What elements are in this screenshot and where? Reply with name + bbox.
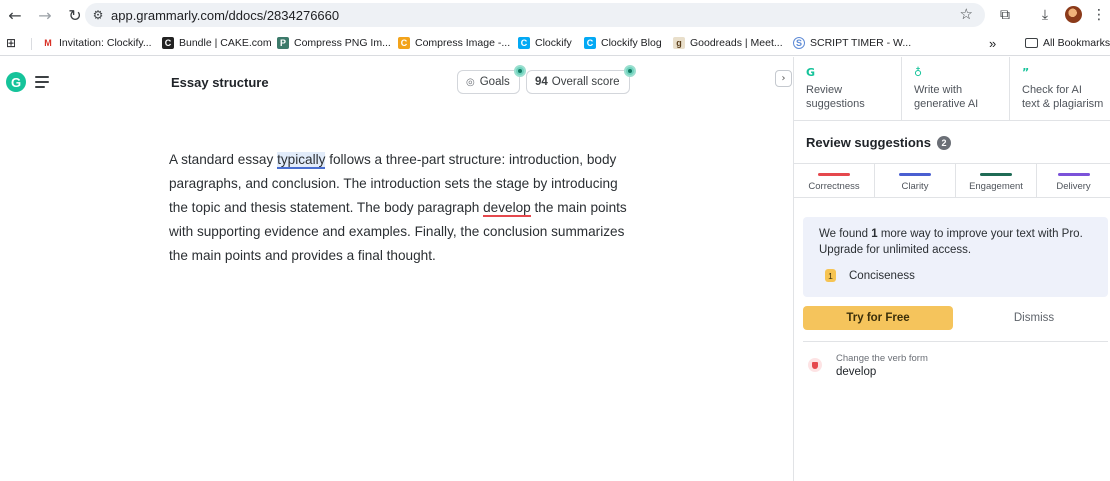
overall-score-button[interactable]: 94 Overall score xyxy=(526,65,636,94)
clockify-icon: C xyxy=(518,37,530,49)
bookmark-separator xyxy=(31,38,32,50)
notification-dot xyxy=(514,65,526,77)
category-clarity[interactable]: Clarity xyxy=(875,164,955,198)
score-value: 94 xyxy=(535,76,548,88)
bookmarks-bar: ⊞ M Invitation: Clockify... C Bundle | CAK… xyxy=(0,30,1110,56)
suggestion-word: develop xyxy=(836,366,877,378)
review-suggestions-title: Review suggestions 2 xyxy=(806,135,951,150)
script-timer-icon: S xyxy=(793,37,805,49)
error-word[interactable]: develop xyxy=(483,200,531,217)
gmail-icon: M xyxy=(42,37,54,49)
bookmark-item[interactable]: M Invitation: Clockify... xyxy=(42,34,152,52)
bookmark-item[interactable]: P Compress PNG Im... xyxy=(277,34,391,52)
try-for-free-button[interactable]: Try for Free xyxy=(803,306,953,330)
bookmark-star-icon[interactable]: ☆ xyxy=(960,5,973,23)
bookmark-item[interactable]: g Goodreads | Meet... xyxy=(673,34,783,52)
bookmark-item[interactable]: S SCRIPT TIMER - W... xyxy=(793,34,911,52)
bookmark-item[interactable]: C Clockify Blog xyxy=(584,34,662,52)
document-body[interactable]: A standard essay typically follows a thr… xyxy=(169,148,639,268)
folder-icon xyxy=(1025,38,1038,48)
forward-icon[interactable]: → xyxy=(30,1,60,29)
pro-item-count-badge: 1 xyxy=(825,269,836,282)
category-tabs: Correctness Clarity Engagement Delivery xyxy=(794,163,1110,198)
compress-image-icon: C xyxy=(398,37,410,49)
suggestion-hint: Change the verb form xyxy=(836,353,928,364)
category-bar xyxy=(980,173,1012,176)
lightbulb-icon: ♁ xyxy=(914,66,923,79)
bookmarks-overflow-icon[interactable]: » xyxy=(989,34,996,52)
tab-review-suggestions[interactable]: G Review suggestions xyxy=(794,57,901,121)
suggestion-divider xyxy=(803,341,1108,342)
all-bookmarks[interactable]: All Bookmarks xyxy=(1025,34,1110,52)
pro-upsell-text: We found 1 more way to improve your text… xyxy=(819,228,1083,256)
panel-tabs: G Review suggestions ♁ Write with genera… xyxy=(794,57,1110,121)
bookmark-item[interactable]: C Bundle | CAKE.com xyxy=(162,34,272,52)
cake-icon: C xyxy=(162,37,174,49)
category-bar xyxy=(818,173,850,176)
tab-ai-plagiarism[interactable]: ” Check for AI text & plagiarism xyxy=(1010,57,1110,121)
category-engagement[interactable]: Engagement xyxy=(956,164,1036,198)
goals-label: Goals xyxy=(479,76,510,88)
dismiss-button[interactable]: Dismiss xyxy=(985,306,1083,330)
download-icon[interactable]: ⤓ xyxy=(1034,4,1056,26)
document-title[interactable]: Essay structure xyxy=(171,75,269,90)
bookmark-item[interactable]: C Clockify xyxy=(518,34,572,52)
url-text[interactable]: app.grammarly.com/ddocs/2834276660 xyxy=(111,8,339,23)
goodreads-icon: g xyxy=(673,37,685,49)
grammarly-small-icon: G xyxy=(806,66,816,79)
goals-icon: ◎ xyxy=(466,76,475,88)
category-bar xyxy=(1057,173,1090,176)
score-label: Overall score xyxy=(551,76,620,88)
text-segment: A standard essay xyxy=(169,152,278,167)
category-correctness[interactable]: Correctness xyxy=(794,164,874,198)
address-bar[interactable]: ⚙ app.grammarly.com/ddocs/2834276660 ☆ xyxy=(85,3,985,27)
extensions-icon[interactable]: ⧉ xyxy=(994,4,1016,26)
apps-grid-icon[interactable]: ⊞ xyxy=(6,34,16,52)
quote-icon: ” xyxy=(1022,66,1030,79)
profile-avatar[interactable] xyxy=(1065,6,1082,23)
compress-png-icon: P xyxy=(277,37,289,49)
bookmark-item[interactable]: C Compress Image -... xyxy=(398,34,510,52)
goals-button[interactable]: ◎ Goals xyxy=(457,65,526,94)
grammarly-logo-icon[interactable]: G xyxy=(6,72,26,92)
menu-icon[interactable] xyxy=(34,73,52,91)
suggestion-count-badge: 2 xyxy=(936,135,951,150)
more-menu-icon[interactable]: ⋮ xyxy=(1088,4,1110,26)
back-icon[interactable]: ← xyxy=(0,1,30,29)
pro-item-conciseness: 1 Conciseness xyxy=(825,269,915,282)
collapse-panel-icon[interactable]: › xyxy=(775,70,792,87)
site-settings-icon[interactable]: ⚙ xyxy=(85,8,111,22)
category-delivery[interactable]: Delivery xyxy=(1037,164,1110,198)
suggestion-card[interactable]: Change the verb form develop xyxy=(803,348,1108,384)
correctness-shield-icon xyxy=(808,358,822,372)
category-bar xyxy=(899,173,931,176)
tab-generative-ai[interactable]: ♁ Write with generative AI xyxy=(902,57,1009,121)
pro-upsell-box: We found 1 more way to improve your text… xyxy=(803,217,1108,297)
clockify-blog-icon: C xyxy=(584,37,596,49)
highlighted-word[interactable]: typically xyxy=(277,152,326,169)
notification-dot xyxy=(624,65,636,77)
